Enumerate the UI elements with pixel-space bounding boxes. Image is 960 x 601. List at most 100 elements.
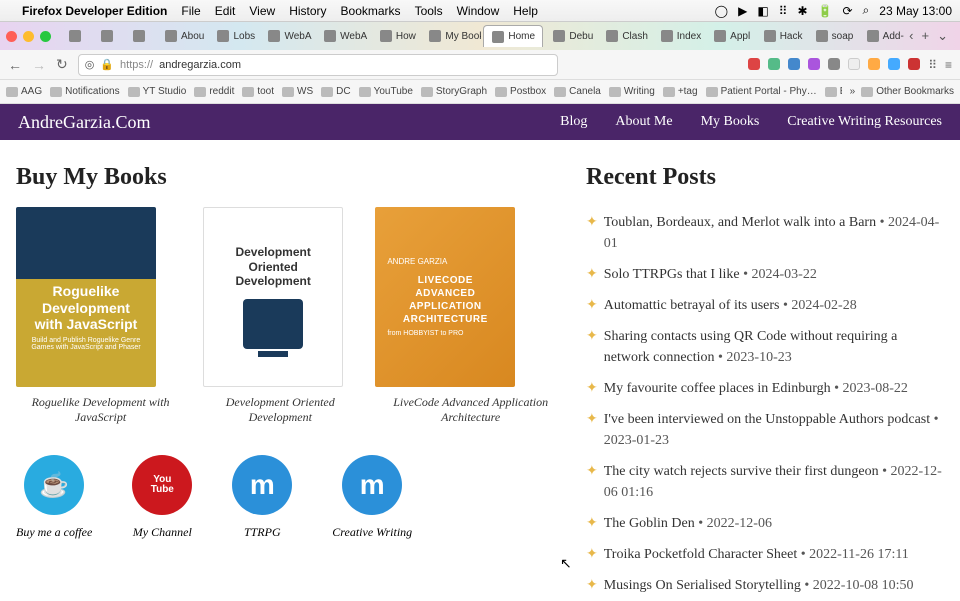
post-item[interactable]: ✦Automattic betrayal of its users • 2024…	[586, 290, 944, 321]
menu-file[interactable]: File	[181, 4, 200, 18]
browser-tab[interactable]: Lobs	[209, 25, 258, 47]
post-item[interactable]: ✦Sharing contacts using QR Code without …	[586, 321, 944, 373]
browser-tab[interactable]: WebA	[316, 25, 370, 47]
tab-overflow-button[interactable]: ⌄	[937, 28, 948, 44]
post-item[interactable]: ✦Toublan, Bordeaux, and Merlot walk into…	[586, 207, 944, 259]
browser-tab[interactable]: My Book	[421, 25, 481, 47]
bookmark-item[interactable]: reddit	[194, 86, 234, 97]
bookmark-item[interactable]: Postbox	[495, 86, 546, 97]
menu-view[interactable]: View	[249, 4, 275, 18]
bookmark-item[interactable]: YouTube	[359, 86, 413, 97]
tab-label: Home	[508, 31, 535, 42]
browser-tab[interactable]: Clash	[598, 25, 650, 47]
post-item[interactable]: ✦The Goblin Den • 2022-12-06	[586, 508, 944, 539]
site-logo[interactable]: AndreGarzia.Com	[18, 112, 150, 133]
bookmark-item[interactable]: AAG	[6, 86, 42, 97]
new-tab-button[interactable]: +	[922, 28, 930, 44]
browser-tab[interactable]: Home×	[483, 25, 543, 47]
menu-edit[interactable]: Edit	[215, 4, 236, 18]
bookmark-item[interactable]: Writing	[609, 86, 655, 97]
forward-button[interactable]: →	[32, 57, 46, 73]
ext-icon[interactable]	[868, 58, 880, 70]
bookmark-item[interactable]: Notifications	[50, 86, 119, 97]
book-item[interactable]: Development Oriented Development Develop…	[203, 207, 357, 425]
battery-icon[interactable]: 🔋	[818, 4, 833, 18]
shield-icon[interactable]: ◎	[85, 58, 95, 71]
ublock-icon[interactable]	[908, 58, 920, 70]
post-item[interactable]: ✦Troika Pocketfold Character Sheet • 202…	[586, 539, 944, 570]
browser-tab[interactable]: Abou	[157, 25, 207, 47]
browser-tab[interactable]: Add-	[859, 25, 908, 47]
nav-books[interactable]: My Books	[701, 114, 760, 130]
menu-icon[interactable]: ≡	[945, 58, 952, 72]
menu-bookmarks[interactable]: Bookmarks	[341, 4, 401, 18]
post-item[interactable]: ✦Solo TTRPGs that I like • 2024-03-22	[586, 259, 944, 290]
browser-tab[interactable]: Appl	[706, 25, 754, 47]
post-item[interactable]: ✦Musings On Serialised Storytelling • 20…	[586, 570, 944, 601]
browser-tab[interactable]	[93, 25, 123, 47]
social-mastodon-writing[interactable]: m Creative Writing	[332, 455, 412, 540]
sparkle-icon: ✦	[586, 264, 598, 285]
nav-writing[interactable]: Creative Writing Resources	[787, 114, 942, 130]
social-kofi[interactable]: ☕ Buy me a coffee	[16, 455, 92, 540]
bookmark-item[interactable]: DC	[321, 86, 350, 97]
ext-icon[interactable]	[768, 58, 780, 70]
ext-icon[interactable]	[828, 58, 840, 70]
maximize-window-button[interactable]	[40, 31, 51, 42]
nav-about[interactable]: About Me	[615, 114, 672, 130]
menu-tools[interactable]: Tools	[415, 4, 443, 18]
bookmark-item[interactable]: YT Studio	[128, 86, 187, 97]
back-button[interactable]: ←	[8, 57, 22, 73]
other-bookmarks[interactable]: Other Bookmarks	[861, 86, 954, 97]
browser-tab[interactable]: WebA	[260, 25, 314, 47]
post-item[interactable]: ✦My favourite coffee places in Edinburgh…	[586, 373, 944, 404]
status-icon[interactable]: ⠿	[779, 4, 788, 18]
app-name[interactable]: Firefox Developer Edition	[22, 4, 167, 18]
status-icon[interactable]: ◯	[715, 4, 728, 18]
menu-history[interactable]: History	[289, 4, 326, 18]
browser-tab[interactable]	[61, 25, 91, 47]
bookmark-item[interactable]: WS	[282, 86, 313, 97]
overflow-icon[interactable]: »	[850, 86, 856, 97]
social-youtube[interactable]: YouTube My Channel	[132, 455, 192, 540]
bookmark-item[interactable]: Canela	[554, 86, 601, 97]
spotlight-icon[interactable]: ⌕	[863, 3, 870, 18]
bookmark-item[interactable]: +tag	[663, 86, 698, 97]
book-item[interactable]: ANDRE GARZIA LIVECODE ADVANCED APPLICATI…	[375, 207, 566, 425]
sync-icon[interactable]: ⟳	[842, 4, 852, 18]
bluetooth-icon[interactable]: ✱	[797, 4, 807, 18]
book-item[interactable]: Roguelike Development with JavaScript Bu…	[16, 207, 185, 425]
browser-tab[interactable]	[125, 25, 155, 47]
menu-window[interactable]: Window	[457, 4, 500, 18]
browser-tab[interactable]: How	[372, 25, 420, 47]
prev-tab-button[interactable]: ‹	[909, 28, 913, 44]
extensions-icon[interactable]: ⠿	[928, 58, 937, 72]
ext-icon[interactable]	[848, 58, 860, 70]
mastodon-icon: m	[232, 455, 292, 515]
browser-tab[interactable]: Hack	[756, 25, 806, 47]
bookmark-item[interactable]: StoryGraph	[421, 86, 487, 97]
reload-button[interactable]: ↻	[56, 56, 68, 73]
clock[interactable]: 23 May 13:00	[879, 4, 952, 18]
browser-tab[interactable]: Index	[653, 25, 704, 47]
post-item[interactable]: ✦The city watch rejects survive their fi…	[586, 456, 944, 508]
bookmark-item[interactable]: Patient Portal - Phy…	[706, 86, 817, 97]
post-item[interactable]: ✦I've been interviewed on the Unstoppabl…	[586, 404, 944, 456]
ext-icon[interactable]	[808, 58, 820, 70]
status-icon[interactable]: ◧	[757, 4, 768, 18]
browser-tab[interactable]: Debu	[545, 25, 596, 47]
browser-tab[interactable]: soap	[808, 25, 857, 47]
minimize-window-button[interactable]	[23, 31, 34, 42]
status-icon[interactable]: ▶	[738, 4, 747, 18]
url-input[interactable]: ◎ 🔒 https://andregarzia.com	[78, 54, 558, 76]
bookmark-item[interactable]: toot	[242, 86, 274, 97]
close-window-button[interactable]	[6, 31, 17, 42]
nav-blog[interactable]: Blog	[560, 114, 587, 130]
page-content: Buy My Books Roguelike Development with …	[0, 140, 960, 601]
ext-icon[interactable]	[888, 58, 900, 70]
bookmark-item[interactable]: Exercises to help wi…	[825, 86, 842, 97]
menu-help[interactable]: Help	[513, 4, 538, 18]
ext-icon[interactable]	[748, 58, 760, 70]
ext-icon[interactable]	[788, 58, 800, 70]
social-mastodon-ttrpg[interactable]: m TTRPG	[232, 455, 292, 540]
